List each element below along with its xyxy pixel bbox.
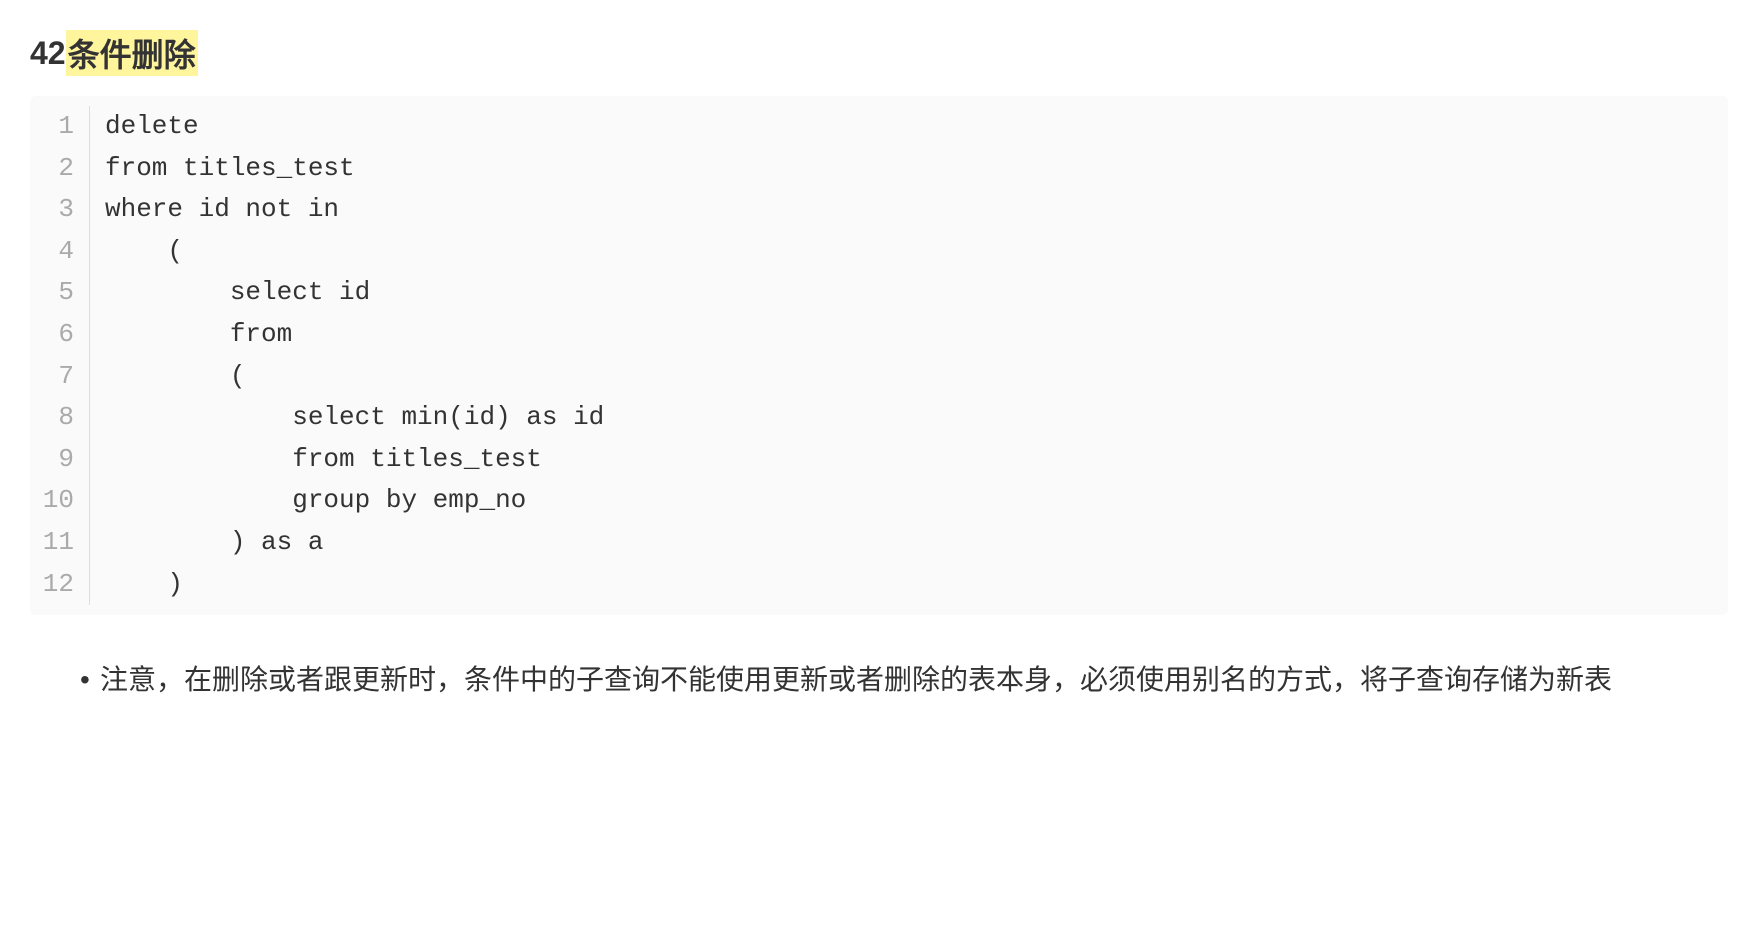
code-line: 8 select min(id) as id — [30, 397, 1728, 439]
code-line: 10 group by emp_no — [30, 480, 1728, 522]
code-content: group by emp_no — [90, 480, 526, 522]
notes-section: 注意，在删除或者跟更新时，条件中的子查询不能使用更新或者删除的表本身，必须使用别… — [30, 655, 1728, 705]
line-number: 7 — [30, 356, 90, 398]
line-number: 8 — [30, 397, 90, 439]
note-item: 注意，在删除或者跟更新时，条件中的子查询不能使用更新或者删除的表本身，必须使用别… — [80, 655, 1728, 705]
notes-list: 注意，在删除或者跟更新时，条件中的子查询不能使用更新或者删除的表本身，必须使用别… — [80, 655, 1728, 705]
code-line: 4 ( — [30, 231, 1728, 273]
code-block: 1 delete 2 from titles_test 3 where id n… — [30, 96, 1728, 615]
line-number: 2 — [30, 148, 90, 190]
code-content: where id not in — [90, 189, 339, 231]
heading-number: 42 — [30, 35, 66, 72]
code-line: 3 where id not in — [30, 189, 1728, 231]
line-number: 3 — [30, 189, 90, 231]
line-number: 9 — [30, 439, 90, 481]
code-content: from titles_test — [90, 148, 355, 190]
code-line: 9 from titles_test — [30, 439, 1728, 481]
line-number: 5 — [30, 272, 90, 314]
code-content: from — [90, 314, 292, 356]
code-line: 6 from — [30, 314, 1728, 356]
code-content: from titles_test — [90, 439, 542, 481]
section-heading: 42条件删除 — [30, 30, 1728, 76]
line-number: 4 — [30, 231, 90, 273]
line-number: 12 — [30, 564, 90, 606]
code-content: ( — [90, 356, 245, 398]
line-number: 11 — [30, 522, 90, 564]
code-line: 5 select id — [30, 272, 1728, 314]
line-number: 6 — [30, 314, 90, 356]
code-content: select id — [90, 272, 370, 314]
code-line: 2 from titles_test — [30, 148, 1728, 190]
code-content: ) — [90, 564, 183, 606]
code-content: select min(id) as id — [90, 397, 604, 439]
code-content: ( — [90, 231, 183, 273]
code-content: delete — [90, 106, 199, 148]
line-number: 1 — [30, 106, 90, 148]
code-content: ) as a — [90, 522, 323, 564]
line-number: 10 — [30, 480, 90, 522]
code-line: 1 delete — [30, 106, 1728, 148]
heading-title: 条件删除 — [66, 30, 198, 76]
code-line: 7 ( — [30, 356, 1728, 398]
code-line: 12 ) — [30, 564, 1728, 606]
code-line: 11 ) as a — [30, 522, 1728, 564]
